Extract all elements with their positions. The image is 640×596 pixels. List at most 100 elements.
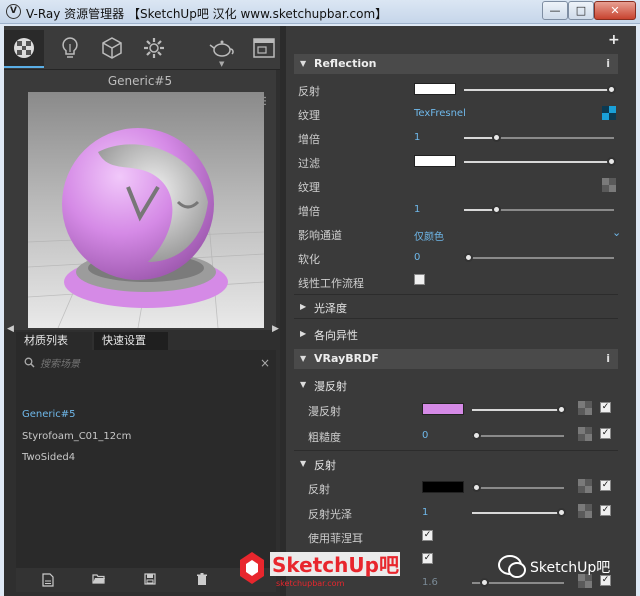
material-preview-image[interactable] <box>28 92 264 328</box>
brdf-reflect-color-swatch[interactable] <box>422 481 464 493</box>
anisotropy-group[interactable]: ▶ 各向异性 <box>294 324 618 344</box>
diffuse-label: 漫反射 <box>308 405 341 418</box>
divider <box>294 450 618 451</box>
reflect-gloss-enable-checkbox[interactable]: ✓ <box>600 505 611 516</box>
use-fresnel-label: 使用菲涅耳 <box>308 532 363 545</box>
reflect-color-swatch[interactable] <box>414 83 456 95</box>
tab-material-list[interactable]: 材质列表 <box>16 332 92 350</box>
soften-value[interactable]: 0 <box>414 252 420 263</box>
section-title: Reflection <box>314 57 377 70</box>
texture-link[interactable]: TexFresnel <box>414 108 466 119</box>
new-file-icon[interactable] <box>42 573 56 587</box>
slider-knob[interactable] <box>492 205 501 214</box>
brdf-reflect-slider[interactable] <box>472 483 564 492</box>
multiplier2-slider[interactable] <box>464 205 614 214</box>
brdf-reflect-enable-checkbox[interactable]: ✓ <box>600 480 611 491</box>
expand-triangle-icon: ▶ <box>300 329 307 338</box>
multiplier-slider[interactable] <box>464 133 614 142</box>
brdf-reflection-group[interactable]: ▼ 反射 <box>294 454 618 474</box>
fresnel-option-checkbox[interactable]: ✓ <box>422 553 433 564</box>
slider-knob[interactable] <box>607 85 616 94</box>
preview-menu-icon[interactable]: ⋮ <box>260 96 270 107</box>
maximize-button[interactable]: □ <box>568 1 594 20</box>
affect-channels-select[interactable]: 仅颜色 <box>414 228 444 243</box>
texture-map-icon[interactable] <box>602 106 616 120</box>
empty-texture-icon[interactable] <box>578 401 592 415</box>
slider-knob[interactable] <box>464 253 473 262</box>
group-title: 漫反射 <box>314 380 347 393</box>
vraybrdf-section-header[interactable]: ▼ VRayBRDF i <box>294 349 618 369</box>
filter-slider[interactable] <box>464 157 616 166</box>
teapot-render-icon[interactable] <box>208 34 236 62</box>
roughness-value[interactable]: 0 <box>422 430 428 441</box>
filter-color-swatch[interactable] <box>414 155 456 167</box>
reflect-gloss-slider[interactable] <box>472 508 566 517</box>
linear-workflow-label: 线性工作流程 <box>298 277 364 290</box>
info-icon[interactable]: i <box>606 57 610 70</box>
reflect-gloss-label: 反射光泽 <box>308 508 352 521</box>
collapse-triangle-icon: ▼ <box>300 380 307 389</box>
texture-label: 纹理 <box>298 109 320 122</box>
empty-texture-icon[interactable] <box>602 178 616 192</box>
empty-texture-icon[interactable] <box>578 479 592 493</box>
roughness-enable-checkbox[interactable]: ✓ <box>600 428 611 439</box>
save-icon[interactable] <box>144 573 158 587</box>
slider-knob[interactable] <box>557 508 566 517</box>
materials-icon[interactable] <box>4 30 44 68</box>
slider-knob[interactable] <box>607 157 616 166</box>
render-dropdown-icon[interactable]: ▼ <box>219 60 224 68</box>
info-icon[interactable]: i <box>606 352 610 365</box>
soften-label: 软化 <box>298 253 320 266</box>
diffuse-group[interactable]: ▼ 漫反射 <box>294 375 618 395</box>
slider-knob[interactable] <box>492 133 501 142</box>
left-panel: ▼ Generic#5 ⋮ ◀ ▶ 材质列表 快速设置 搜索场景 × Gener… <box>4 26 280 596</box>
search-input[interactable] <box>40 355 250 373</box>
empty-texture-icon[interactable] <box>578 427 592 441</box>
list-item[interactable]: Generic#5 <box>22 409 76 420</box>
diffuse-enable-checkbox[interactable]: ✓ <box>600 402 611 413</box>
affect-channels-label: 影响通道 <box>298 229 342 242</box>
tab-quick-settings[interactable]: 快速设置 <box>94 332 168 350</box>
list-item[interactable]: TwoSided4 <box>22 452 75 463</box>
library-tabs: 材质列表 快速设置 <box>16 332 276 350</box>
close-button[interactable]: ✕ <box>594 1 636 20</box>
clear-search-icon[interactable]: × <box>260 356 270 370</box>
diffuse-slider[interactable] <box>472 405 566 414</box>
soften-slider[interactable] <box>464 253 614 262</box>
ior-value[interactable]: 1.6 <box>422 577 438 588</box>
material-preview-panel: Generic#5 ⋮ <box>4 70 276 330</box>
collapse-left-icon[interactable]: ◀ <box>7 324 14 334</box>
open-folder-icon[interactable] <box>92 573 106 587</box>
diffuse-color-swatch[interactable] <box>422 403 464 415</box>
use-fresnel-checkbox[interactable]: ✓ <box>422 530 433 541</box>
search-icon <box>24 357 35 371</box>
linear-workflow-checkbox[interactable] <box>414 274 425 285</box>
reflect-gloss-value[interactable]: 1 <box>422 507 428 518</box>
watermark-url-text: sketchupbar.com <box>276 579 345 588</box>
group-title: 各向异性 <box>314 329 358 342</box>
expand-triangle-icon: ▶ <box>300 302 307 311</box>
reflect-slider[interactable] <box>464 85 616 94</box>
multiplier2-value[interactable]: 1 <box>414 204 420 215</box>
geometry-icon[interactable] <box>98 34 126 62</box>
delete-icon[interactable] <box>196 573 210 587</box>
ior-slider[interactable] <box>472 578 564 587</box>
slider-knob[interactable] <box>480 578 489 587</box>
reflection-section-header[interactable]: ▼ Reflection i <box>294 54 618 74</box>
empty-texture-icon[interactable] <box>578 504 592 518</box>
slider-knob[interactable] <box>557 405 566 414</box>
chevron-down-icon[interactable]: ⌄ <box>612 226 621 239</box>
slider-knob[interactable] <box>472 431 481 440</box>
glossiness-group[interactable]: ▶ 光泽度 <box>294 297 618 317</box>
slider-knob[interactable] <box>472 483 481 492</box>
wechat-watermark-text: SketchUp吧 <box>530 560 610 576</box>
add-layer-button[interactable]: + <box>608 32 620 48</box>
minimize-button[interactable]: — <box>542 1 568 20</box>
roughness-slider[interactable] <box>472 431 564 440</box>
frame-buffer-icon[interactable] <box>250 34 278 62</box>
lights-icon[interactable] <box>56 34 84 62</box>
list-item[interactable]: Styrofoam_C01_12cm <box>22 431 131 442</box>
multiplier2-label: 增倍 <box>298 205 320 218</box>
multiplier-value[interactable]: 1 <box>414 132 420 143</box>
settings-icon[interactable] <box>140 34 168 62</box>
